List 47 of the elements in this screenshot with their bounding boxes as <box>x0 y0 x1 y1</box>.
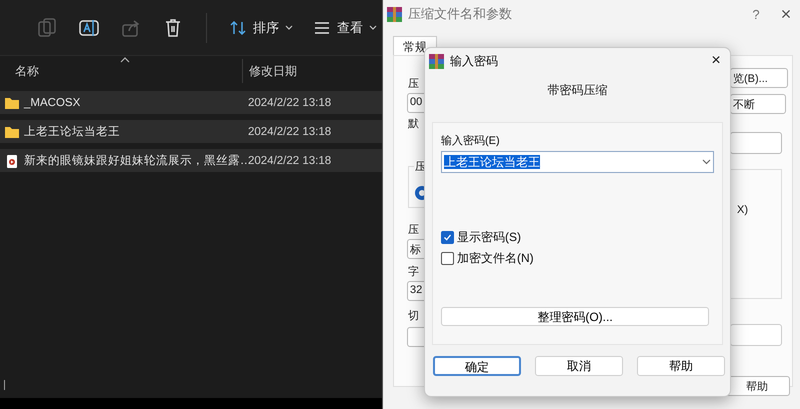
close-button[interactable]: × <box>702 51 730 71</box>
file-date: 2024/2/22 13:18 <box>248 126 332 138</box>
help-button[interactable]: ? <box>741 6 771 22</box>
checkbox-label[interactable]: 显示密码(S) <box>457 229 521 246</box>
view-button[interactable]: 查看 <box>313 18 377 36</box>
checkbox-label[interactable]: 加密文件名(N) <box>457 250 534 267</box>
field-label: 切 <box>408 309 419 323</box>
dialog-button[interactable]: 帮助 <box>637 356 725 376</box>
password-field[interactable]: 上老王论坛当老王 <box>441 151 714 173</box>
chevron-icon[interactable] <box>702 159 711 165</box>
field-label: 字 <box>408 264 419 279</box>
field-label: 压 <box>408 77 419 91</box>
file-row[interactable]: _MACOSX 2024/2/22 13:18 <box>0 91 382 114</box>
sort-button[interactable]: 排序 <box>229 18 293 36</box>
sort-caret-icon <box>120 57 130 63</box>
file-row[interactable]: 上老王论坛当老王 2024/2/22 13:18 <box>0 120 382 143</box>
window-title: 压缩文件名和参数 <box>408 5 513 23</box>
checkbox[interactable] <box>441 252 454 265</box>
dialog-heading: 带密码压缩 <box>546 82 608 99</box>
file-date: 2024/2/22 13:18 <box>248 96 332 108</box>
video-file-icon <box>4 154 20 168</box>
button[interactable]: 览(B)... <box>730 68 788 88</box>
dialog-button[interactable]: 取消 <box>535 356 623 376</box>
field-label: 输入密码(E) <box>441 134 501 148</box>
field-label: 压 <box>408 223 419 237</box>
text-cursor <box>4 380 5 390</box>
field-label: 默 <box>408 117 419 131</box>
file-name: _MACOSX <box>24 96 82 108</box>
field-label: X) <box>737 204 748 216</box>
file-date: 2024/2/22 13:18 <box>248 154 332 166</box>
app-icon <box>429 54 444 68</box>
dialog-title: 输入密码 <box>450 52 499 70</box>
column-header[interactable]: 名称 <box>0 62 242 80</box>
file-name: 上老王论坛当老王 <box>24 124 121 139</box>
chevron-icon <box>285 24 293 30</box>
organize-button[interactable]: 整理密码(O)... <box>441 307 709 326</box>
dialog-button[interactable]: 确定 <box>433 356 521 376</box>
sort-icon <box>229 18 247 36</box>
folder-icon <box>4 96 20 110</box>
checkmark-icon <box>442 232 453 243</box>
folder-icon <box>4 124 20 138</box>
dropdown[interactable]: 不断 <box>730 94 786 114</box>
checkbox[interactable] <box>441 231 454 244</box>
close-button[interactable]: × <box>771 2 800 26</box>
column-header[interactable]: 修改日期 <box>242 59 297 83</box>
chevron-icon <box>369 24 377 30</box>
app-icon <box>387 6 402 22</box>
